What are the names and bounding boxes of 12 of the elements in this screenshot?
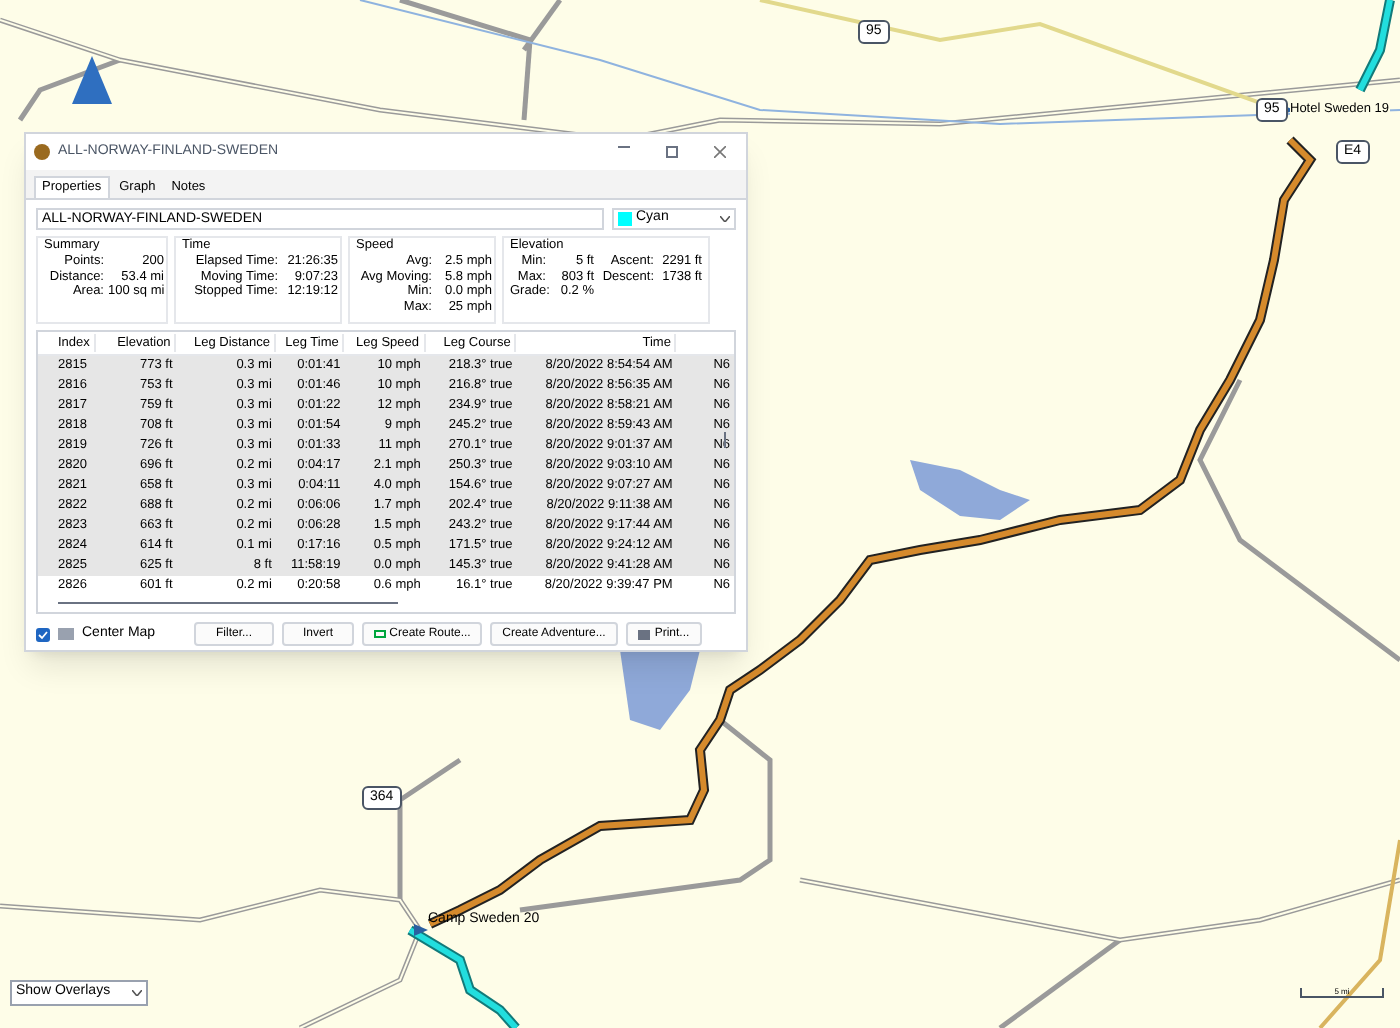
close-icon[interactable] — [714, 146, 726, 158]
maximize-icon[interactable] — [666, 146, 678, 158]
checkbox[interactable] — [36, 627, 50, 641]
app-icon — [34, 144, 50, 160]
route-icon — [373, 630, 386, 638]
scrollbar-thumb[interactable] — [724, 432, 726, 448]
chevron-icon — [132, 990, 142, 996]
scrollbar-thumb[interactable] — [58, 602, 398, 604]
map-icon — [58, 628, 74, 640]
map-drawing[interactable] — [0, 0, 1400, 1028]
printer-icon — [638, 629, 651, 639]
chevron-icon — [720, 216, 730, 222]
